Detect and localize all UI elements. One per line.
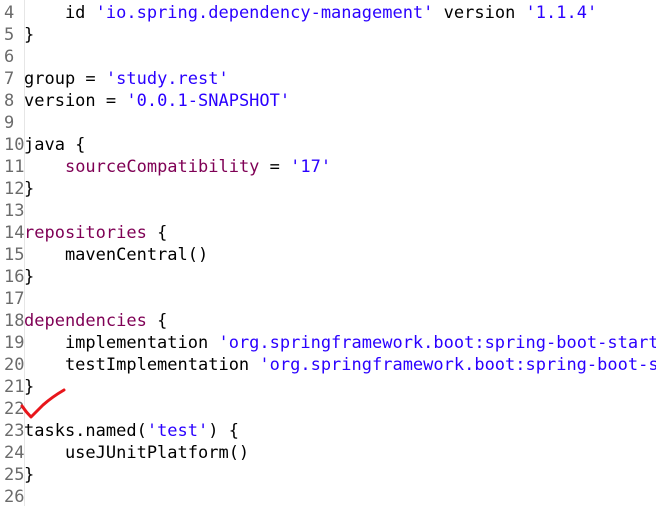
code-text: testImplementation 'org.springframework.… (24, 354, 656, 376)
code-line[interactable]: 4 id 'io.spring.dependency-management' v… (0, 2, 656, 24)
code-token: tasks.named( (24, 421, 147, 441)
code-text: repositories { (24, 222, 167, 244)
code-line[interactable]: 14repositories { (0, 222, 656, 244)
line-number: 14 (4, 223, 25, 243)
code-line[interactable]: 13 (0, 200, 656, 222)
string-token: 'test' (146, 421, 209, 441)
code-token: } (24, 377, 35, 397)
line-number: 10 (4, 135, 25, 155)
code-text: java { (24, 134, 85, 156)
line-number: 15 (4, 245, 25, 265)
code-token: useJUnitPlatform() (24, 443, 250, 463)
code-line[interactable]: 21} (0, 376, 656, 398)
string-token: 'io.spring.dependency-management' (95, 3, 434, 23)
code-token: testImplementation (24, 355, 260, 375)
line-number: 4 (4, 3, 15, 23)
code-text: implementation 'org.springframework.boot… (24, 332, 656, 354)
string-token: 'org.springframework.boot:spring-boot-st… (218, 333, 656, 353)
code-text: group = 'study.rest' (24, 68, 229, 90)
code-line[interactable]: 10java { (0, 134, 656, 156)
code-token: group = (24, 69, 106, 89)
code-line[interactable]: 15 mavenCentral() (0, 244, 656, 266)
code-text: version = '0.0.1-SNAPSHOT' (24, 90, 290, 112)
string-token: '17' (290, 157, 332, 177)
code-text: } (24, 266, 34, 288)
code-line[interactable]: 22 (0, 398, 656, 420)
code-token: implementation (24, 333, 219, 353)
code-text: sourceCompatibility = '17' (24, 156, 331, 178)
code-text: } (24, 376, 34, 398)
line-number: 22 (4, 399, 25, 419)
code-line[interactable]: 5} (0, 24, 656, 46)
line-number: 26 (4, 487, 25, 506)
code-line[interactable]: 6 (0, 46, 656, 68)
code-line[interactable]: 19 implementation 'org.springframework.b… (0, 332, 656, 354)
line-number: 5 (4, 25, 15, 45)
string-token: 'org.springframework.boot:spring-boot-st (259, 355, 656, 375)
code-token: = (259, 157, 291, 177)
line-number: 8 (4, 91, 15, 111)
line-number: 18 (4, 311, 25, 331)
code-line[interactable]: 9 (0, 112, 656, 134)
code-line[interactable]: 11 sourceCompatibility = '17' (0, 156, 656, 178)
code-token: mavenCentral() (24, 245, 209, 265)
line-number: 25 (4, 465, 25, 485)
line-number: 13 (4, 201, 25, 221)
code-line[interactable]: 24 useJUnitPlatform() (0, 442, 656, 464)
code-line[interactable]: 16} (0, 266, 656, 288)
code-line[interactable]: 7 group = 'study.rest' (0, 68, 656, 90)
code-line[interactable]: 8 version = '0.0.1-SNAPSHOT' (0, 90, 656, 112)
code-text: } (24, 178, 34, 200)
string-token: '0.0.1-SNAPSHOT' (126, 91, 291, 111)
line-number: 24 (4, 443, 25, 463)
code-line[interactable]: 20 testImplementation 'org.springframewo… (0, 354, 656, 376)
code-text: mavenCentral() (24, 244, 208, 266)
line-number: 11 (4, 157, 25, 177)
line-number: 7 (4, 69, 15, 89)
code-line[interactable]: 26 (0, 486, 656, 506)
line-number: 9 (4, 113, 15, 133)
code-token: version (433, 3, 526, 23)
line-number: 23 (4, 421, 25, 441)
code-token: } (24, 465, 35, 485)
code-text: id 'io.spring.dependency-management' ver… (24, 2, 597, 24)
code-line[interactable]: 17 (0, 288, 656, 310)
code-token: { (146, 311, 168, 331)
code-token: version = (24, 91, 127, 111)
line-number: 17 (4, 289, 25, 309)
code-text: useJUnitPlatform() (24, 442, 249, 464)
keyword-token: repositories (24, 223, 147, 243)
code-token: id (24, 3, 96, 23)
line-number: 6 (4, 47, 15, 67)
code-text: dependencies { (24, 310, 167, 332)
string-token: '1.1.4' (525, 3, 598, 23)
code-token: } (24, 267, 35, 287)
code-line[interactable]: 23tasks.named('test') { (0, 420, 656, 442)
code-text: tasks.named('test') { (24, 420, 239, 442)
line-number: 20 (4, 355, 25, 375)
code-line[interactable]: 25} (0, 464, 656, 486)
code-line[interactable]: 12} (0, 178, 656, 200)
code-text: } (24, 464, 34, 486)
code-token: java { (24, 135, 86, 155)
line-number: 16 (4, 267, 25, 287)
code-token: { (146, 223, 168, 243)
keyword-token: dependencies (24, 311, 147, 331)
line-number: 12 (4, 179, 25, 199)
code-text: } (24, 24, 34, 46)
code-editor[interactable]: 4 id 'io.spring.dependency-management' v… (0, 0, 656, 506)
code-token: ) { (208, 421, 239, 441)
code-token: } (24, 25, 35, 45)
code-line[interactable]: 18dependencies { (0, 310, 656, 332)
string-token: 'study.rest' (105, 69, 229, 89)
line-number: 21 (4, 377, 25, 397)
line-number: 19 (4, 333, 25, 353)
keyword-token: sourceCompatibility (64, 157, 260, 177)
code-token: } (24, 179, 35, 199)
